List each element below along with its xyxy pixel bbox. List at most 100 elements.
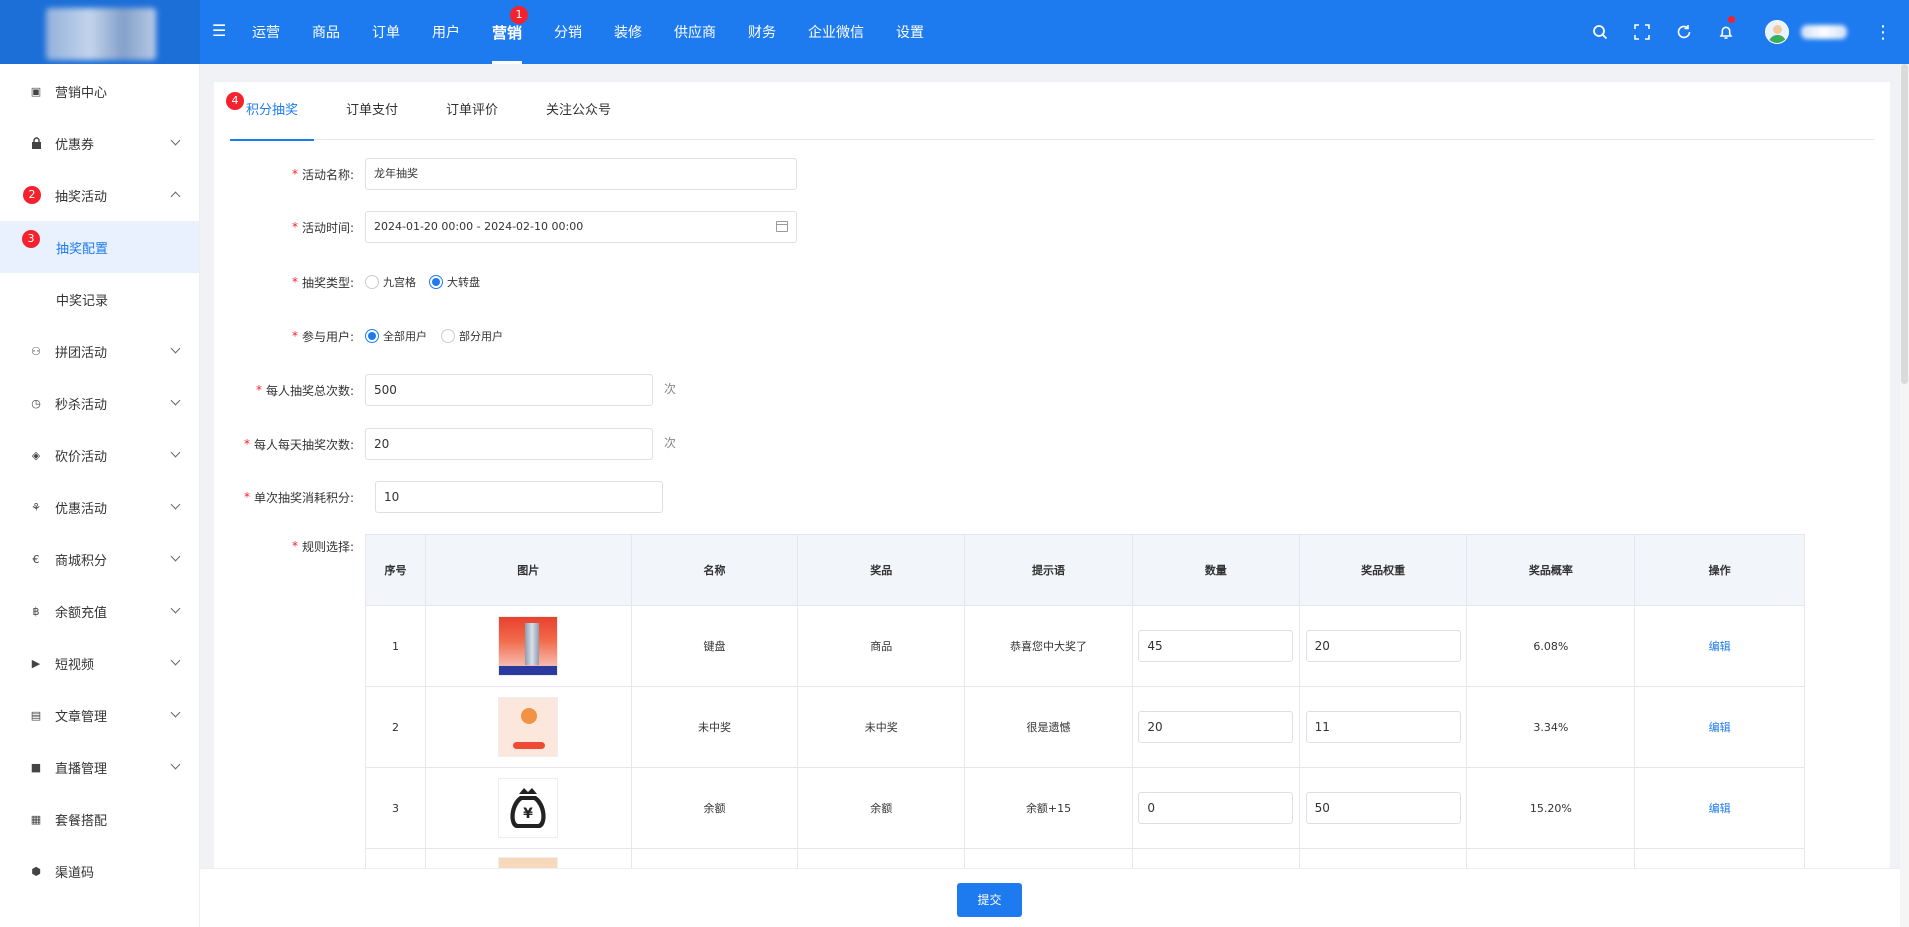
nav-ops[interactable]: 运营 bbox=[236, 0, 296, 64]
radio-nine-grid[interactable]: 九宫格 bbox=[365, 274, 416, 290]
tab-follow-account[interactable]: 关注公众号 bbox=[530, 82, 627, 140]
sidebar-item-label: 短视频 bbox=[55, 657, 95, 673]
total-draws-input[interactable]: 500 bbox=[365, 374, 653, 406]
participants-label: * 参与用户: bbox=[291, 329, 354, 344]
radio-some-users[interactable]: 部分用户 bbox=[441, 328, 503, 344]
sidebar-item-articles[interactable]: ▤ 文章管理 bbox=[0, 689, 199, 741]
chevron-down-icon bbox=[170, 343, 181, 354]
activity-time-picker[interactable]: 2024-01-20 00:00 - 2024-02-10 00:00 bbox=[365, 211, 797, 243]
sidebar-item-points[interactable]: € 商城积分 bbox=[0, 533, 199, 585]
sidebar-item-channel-code[interactable]: ⬢ 渠道码 bbox=[0, 845, 199, 897]
radio-all-users[interactable]: 全部用户 bbox=[365, 328, 427, 344]
edit-link[interactable]: 编辑 bbox=[1709, 719, 1731, 735]
nav-orders[interactable]: 订单 bbox=[356, 0, 416, 64]
weight-input[interactable]: 50 bbox=[1305, 792, 1461, 824]
scrollbar-thumb[interactable] bbox=[1901, 64, 1908, 384]
nav-decoration[interactable]: 装修 bbox=[598, 0, 658, 64]
sidebar-item-flash-sale[interactable]: ◷ 秒杀活动 bbox=[0, 377, 199, 429]
radio-wheel[interactable]: 大转盘 bbox=[429, 274, 480, 290]
nav-marketing[interactable]: 营销 1 bbox=[476, 0, 538, 64]
nav-finance[interactable]: 财务 bbox=[732, 0, 792, 64]
label-text: 活动时间: bbox=[301, 220, 354, 235]
menu-toggle-icon[interactable]: ☰ bbox=[212, 23, 228, 39]
lottery-type-label: * 抽奖类型: bbox=[291, 275, 354, 290]
sidebar-item-recharge[interactable]: ฿ 余额充值 bbox=[0, 585, 199, 637]
qty-input[interactable]: 20 bbox=[1138, 711, 1294, 743]
cell-tip: 余额+15 bbox=[965, 768, 1133, 848]
cell-op: 编辑 bbox=[1635, 687, 1804, 767]
sidebar-sub-label: 抽奖配置 bbox=[56, 241, 109, 257]
radio-circle bbox=[441, 329, 455, 343]
prize-image[interactable] bbox=[498, 616, 559, 676]
activity-name-input[interactable]: 龙年抽奖 bbox=[365, 158, 797, 190]
username-blurred[interactable] bbox=[1801, 25, 1847, 39]
logo[interactable] bbox=[0, 0, 200, 64]
sidebar-item-label: 直播管理 bbox=[55, 761, 108, 777]
bell-icon[interactable] bbox=[1705, 0, 1747, 64]
avatar[interactable] bbox=[1765, 20, 1789, 44]
points-cost-label: * 单次抽奖消耗积分: bbox=[243, 490, 354, 505]
cell-prize: 商品 bbox=[798, 606, 966, 686]
label-text: 参与用户: bbox=[301, 329, 354, 344]
edit-link[interactable]: 编辑 bbox=[1709, 800, 1731, 816]
table-row: 1 键盘 商品 恭喜您中大奖了 45 20 6.08% 编辑 bbox=[366, 605, 1804, 686]
tab-order-review[interactable]: 订单评价 bbox=[430, 82, 514, 140]
nav-settings[interactable]: 设置 bbox=[880, 0, 940, 64]
prize-image[interactable]: ¥ bbox=[498, 778, 559, 838]
sidebar-sub-winning-records[interactable]: 中奖记录 bbox=[0, 273, 199, 325]
sidebar-item-group-buy[interactable]: ⚇ 拼团活动 bbox=[0, 325, 199, 377]
radio-label: 九宫格 bbox=[383, 276, 416, 289]
sidebar-item-marketing-center[interactable]: ▣ 营销中心 bbox=[0, 65, 199, 117]
top-nav: 运营 商品 订单 用户 营销 1 分销 装修 供应商 财务 企业微信 设置 bbox=[236, 0, 940, 64]
daily-draws-label: * 每人每天抽奖次数: bbox=[243, 437, 354, 452]
sidebar-item-bargain[interactable]: ◈ 砍价活动 bbox=[0, 429, 199, 481]
search-icon[interactable] bbox=[1579, 0, 1621, 64]
chevron-down-icon bbox=[170, 447, 181, 458]
sidebar-item-package[interactable]: ▦ 套餐搭配 bbox=[0, 793, 199, 845]
points-cost-input[interactable]: 10 bbox=[375, 481, 663, 513]
sidebar-item-discount[interactable]: ⚘ 优惠活动 bbox=[0, 481, 199, 533]
page-scrollbar[interactable] bbox=[1900, 64, 1909, 927]
tab-bar: 4 积分抽奖 订单支付 订单评价 关注公众号 bbox=[226, 82, 1874, 141]
daily-draws-input[interactable]: 20 bbox=[365, 428, 653, 460]
nav-users[interactable]: 用户 bbox=[416, 0, 476, 64]
tab-points-lottery[interactable]: 4 积分抽奖 bbox=[226, 82, 315, 141]
edit-link[interactable]: 编辑 bbox=[1709, 638, 1731, 654]
nav-distribution[interactable]: 分销 bbox=[538, 0, 598, 64]
cell-image bbox=[426, 606, 632, 686]
sidebar-item-label: 商城积分 bbox=[55, 553, 108, 569]
nav-wecom[interactable]: 企业微信 bbox=[792, 0, 880, 64]
refresh-icon[interactable] bbox=[1663, 0, 1705, 64]
top-bar: ☰ 运营 商品 订单 用户 营销 1 分销 装修 供应商 财务 企业微信 设置 bbox=[0, 0, 1909, 64]
sidebar-item-live[interactable]: ■ 直播管理 bbox=[0, 741, 199, 793]
chevron-down-icon bbox=[170, 603, 181, 614]
label-text: 每人抽奖总次数: bbox=[265, 383, 354, 398]
nav-supplier[interactable]: 供应商 bbox=[658, 0, 732, 64]
more-vertical-icon[interactable]: ⋮ bbox=[1869, 22, 1897, 43]
chevron-down-icon bbox=[170, 707, 181, 718]
label-text: 抽奖类型: bbox=[301, 275, 354, 290]
cell-prob: 15.20% bbox=[1467, 768, 1636, 848]
prize-image[interactable] bbox=[498, 697, 559, 757]
sidebar-item-label: 文章管理 bbox=[55, 709, 108, 725]
tab-order-payment[interactable]: 订单支付 bbox=[330, 82, 414, 140]
step-badge: 1 bbox=[510, 6, 528, 24]
weight-input[interactable]: 20 bbox=[1305, 630, 1461, 662]
qty-input[interactable]: 45 bbox=[1138, 630, 1294, 662]
qty-input[interactable]: 0 bbox=[1138, 792, 1294, 824]
cell-image: ¥ bbox=[426, 768, 632, 848]
sidebar-item-lottery[interactable]: 2 抽奖活动 bbox=[0, 169, 199, 221]
weight-input[interactable]: 11 bbox=[1305, 711, 1461, 743]
submit-button[interactable]: 提交 bbox=[957, 883, 1022, 917]
discount-icon: ⚘ bbox=[31, 500, 41, 514]
label-text: 活动名称: bbox=[301, 167, 354, 182]
nav-goods[interactable]: 商品 bbox=[296, 0, 356, 64]
fullscreen-icon[interactable] bbox=[1621, 0, 1663, 64]
sidebar-item-coupon[interactable]: 优惠券 bbox=[0, 117, 199, 169]
marketing-center-icon: ▣ bbox=[30, 84, 42, 98]
bitcoin-icon: ฿ bbox=[32, 604, 40, 618]
cell-tip: 恭喜您中大奖了 bbox=[965, 606, 1133, 686]
sidebar-sub-lottery-config[interactable]: 3 抽奖配置 bbox=[0, 221, 199, 273]
sidebar-item-short-video[interactable]: ▶ 短视频 bbox=[0, 637, 199, 689]
video-icon: ▶ bbox=[31, 656, 41, 670]
